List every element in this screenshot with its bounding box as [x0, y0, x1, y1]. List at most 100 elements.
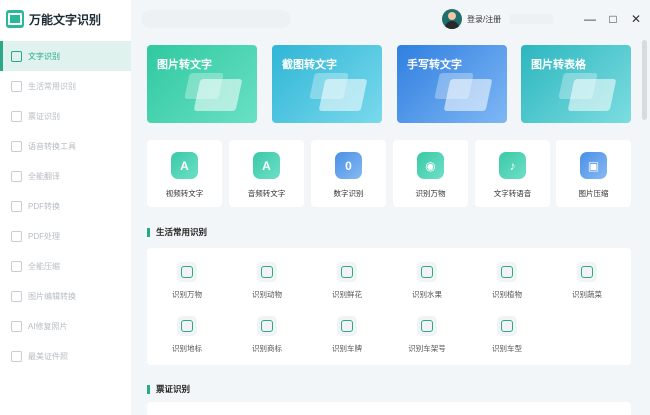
pdf-icon	[11, 200, 22, 212]
tool-image-compress[interactable]: ▣ 图片压缩	[556, 140, 631, 207]
section-title-ticket: 票证识别	[147, 383, 190, 395]
vegetable-icon	[577, 262, 597, 282]
image-edit-icon	[11, 290, 22, 302]
truck-icon	[497, 316, 517, 336]
sidebar-item-pdf-process[interactable]: PDF处理	[0, 221, 131, 251]
redacted-area	[509, 14, 555, 24]
sidebar-item-label: 语音转换工具	[28, 141, 76, 151]
tool-label: 图片压缩	[578, 189, 609, 198]
sidebar: 万能文字识别 文字识别 生活常用识别 票证识别 语音转换工具 全能翻译 PDF转…	[0, 0, 131, 415]
app-logo: 万能文字识别	[6, 8, 101, 30]
eye-icon: ◉	[417, 152, 444, 179]
sidebar-item-compress[interactable]: 全能压缩	[0, 251, 131, 281]
plant-icon	[497, 262, 517, 282]
sidebar-item-translate[interactable]: 全能翻译	[0, 161, 131, 191]
tool-label: 数字识别	[333, 189, 364, 198]
sidebar-item-pdf-convert[interactable]: PDF转换	[0, 191, 131, 221]
grid-item-trademark[interactable]: 识别商标	[237, 308, 297, 358]
grid-item-plant[interactable]: 识别植物	[477, 254, 537, 304]
feature-title: 图片转文字	[157, 59, 212, 71]
video-text-icon: A	[171, 152, 198, 179]
feature-image-to-text[interactable]: 图片转文字	[147, 45, 257, 123]
feature-title: 截图转文字	[282, 59, 337, 71]
tool-video-to-text[interactable]: A 视频转文字	[147, 140, 222, 207]
audio-text-icon: A	[253, 152, 280, 179]
grid-label: 识别蔬菜	[572, 290, 602, 299]
login-link[interactable]: 登录/注册	[467, 14, 501, 25]
grid-label: 识别万物	[172, 290, 202, 299]
compress-icon	[11, 260, 22, 272]
life-recognition-panel: 识别万物 识别动物 识别鲜花 识别水果 识别植物 识别蔬菜 识别地标 识别商标 …	[147, 248, 631, 365]
sidebar-item-image-edit[interactable]: 图片编辑转换	[0, 281, 131, 311]
sidebar-item-ticket-recognition[interactable]: 票证识别	[0, 101, 131, 131]
grid-item-vegetable[interactable]: 识别蔬菜	[557, 254, 617, 304]
sidebar-item-text-recognition[interactable]: 文字识别	[0, 41, 131, 71]
feature-handwriting-to-text[interactable]: 手写转文字	[397, 45, 507, 123]
section-title-life: 生活常用识别	[147, 226, 207, 238]
sidebar-item-id-photo[interactable]: 最美证件照	[0, 341, 131, 371]
voice-icon	[11, 140, 22, 152]
ai-repair-icon	[11, 320, 22, 332]
maximize-button[interactable]: □	[607, 13, 619, 25]
car-icon	[337, 316, 357, 336]
grid-label: 识别鲜花	[332, 290, 362, 299]
music-icon: ♪	[499, 152, 526, 179]
fruit-icon	[417, 262, 437, 282]
tool-recognize-everything[interactable]: ◉ 识别万物	[393, 140, 468, 207]
sidebar-item-label: PDF处理	[28, 231, 60, 241]
tool-text-to-speech[interactable]: ♪ 文字转语音	[475, 140, 550, 207]
tool-label: 文字转语音	[493, 189, 532, 198]
sidebar-item-label: 全能压缩	[28, 261, 60, 271]
grid-label: 识别商标	[252, 344, 282, 353]
close-button[interactable]: ✕	[630, 13, 642, 25]
tool-label: 视频转文字	[165, 189, 204, 198]
grid-item-license-plate[interactable]: 识别车牌	[317, 308, 377, 358]
feature-title: 手写转文字	[407, 59, 462, 71]
grid-item-landmark[interactable]: 识别地标	[157, 308, 217, 358]
handwriting-illustration-icon	[443, 79, 493, 111]
landmark-icon	[177, 316, 197, 336]
user-login[interactable]: 登录/注册	[442, 9, 555, 29]
avatar	[442, 9, 462, 29]
translate-icon	[11, 170, 22, 182]
sidebar-nav: 文字识别 生活常用识别 票证识别 语音转换工具 全能翻译 PDF转换 PDF处理…	[0, 41, 131, 371]
number-icon: 0	[335, 152, 362, 179]
sidebar-item-life-recognition[interactable]: 生活常用识别	[0, 71, 131, 101]
tool-audio-to-text[interactable]: A 音频转文字	[229, 140, 304, 207]
feature-screenshot-to-text[interactable]: 截图转文字	[272, 45, 382, 123]
grid-item-car-model[interactable]: 识别车型	[477, 308, 537, 358]
scrollbar[interactable]	[642, 40, 647, 120]
image-icon: ▣	[580, 152, 607, 179]
minimize-button[interactable]: —	[584, 13, 596, 25]
search-placeholder-area	[141, 10, 291, 28]
tool-label: 音频转文字	[247, 189, 286, 198]
feature-image-to-table[interactable]: 图片转表格	[521, 45, 631, 123]
pdf-process-icon	[11, 230, 22, 242]
id-photo-icon	[11, 350, 22, 362]
sidebar-item-voice-tools[interactable]: 语音转换工具	[0, 131, 131, 161]
ticket-icon	[11, 110, 22, 122]
tool-number-recognition[interactable]: 0 数字识别	[311, 140, 386, 207]
grid-label: 识别植物	[492, 290, 522, 299]
grid-label: 识别地标	[172, 344, 202, 353]
sidebar-item-label: 生活常用识别	[28, 81, 76, 91]
titlebar: 登录/注册 — □ ✕	[131, 0, 650, 38]
app-logo-icon	[6, 10, 24, 28]
vin-icon	[417, 316, 437, 336]
eye-icon	[177, 262, 197, 282]
grid-item-fruit[interactable]: 识别水果	[397, 254, 457, 304]
grid-label: 识别车型	[492, 344, 522, 353]
grid-item-flower[interactable]: 识别鲜花	[317, 254, 377, 304]
sidebar-item-label: AI修复照片	[28, 321, 68, 331]
grid-label: 识别车牌	[332, 344, 362, 353]
ticket-recognition-panel	[147, 402, 631, 415]
grid-label: 识别水果	[412, 290, 442, 299]
grid-item-vin[interactable]: 识别车架号	[397, 308, 457, 358]
sidebar-item-ai-repair[interactable]: AI修复照片	[0, 311, 131, 341]
tool-label: 识别万物	[415, 189, 446, 198]
grid-item-everything[interactable]: 识别万物	[157, 254, 217, 304]
grid-item-animal[interactable]: 识别动物	[237, 254, 297, 304]
flower-icon	[337, 262, 357, 282]
trademark-icon	[257, 316, 277, 336]
text-icon	[11, 50, 22, 62]
